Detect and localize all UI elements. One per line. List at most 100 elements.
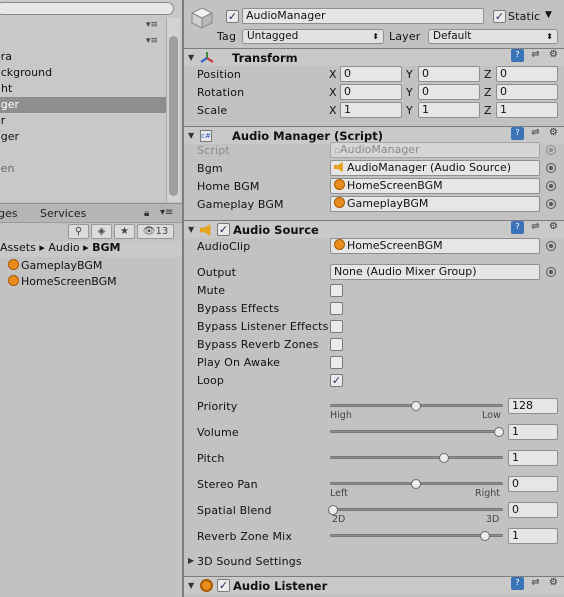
transform-header[interactable]: ▼ Transform ? ⇌ ⚙ — [184, 48, 564, 66]
position-x-field[interactable]: 0 — [340, 66, 402, 82]
audioclip-field[interactable]: HomeScreenBGM — [330, 238, 540, 254]
preset-sliders-icon[interactable]: ⇌ — [529, 49, 542, 62]
hierarchy-menu-icon[interactable]: ▾≡ — [146, 20, 158, 30]
stereo-pan-slider-knob[interactable] — [411, 479, 421, 489]
gear-icon[interactable]: ⚙ — [547, 49, 560, 62]
tag-dropdown[interactable]: Untagged ⬍ — [242, 29, 384, 44]
object-picker-icon[interactable] — [546, 181, 556, 191]
hidden-packages-toggle[interactable]: 👁︎13 — [137, 224, 174, 239]
lock-icon[interactable]: 🔒︎ — [144, 208, 149, 219]
volume-field[interactable]: 1 — [508, 424, 558, 440]
foldout-arrow-right-icon[interactable]: ▶ — [188, 556, 194, 565]
play-on-awake-checkbox[interactable] — [330, 356, 343, 369]
bgm-field[interactable]: AudioManager (Audio Source) — [330, 160, 540, 176]
gear-icon[interactable]: ⚙ — [547, 577, 560, 590]
hierarchy-scrollbar[interactable] — [166, 18, 180, 202]
priority-slider-knob[interactable] — [411, 401, 421, 411]
hierarchy-item[interactable]: ght — [0, 81, 166, 97]
volume-slider-track[interactable] — [330, 430, 503, 433]
breadcrumb-assets[interactable]: Assets — [0, 241, 36, 254]
pitch-slider-knob[interactable] — [439, 453, 449, 463]
panel-menu-icon[interactable]: ▾≡ — [160, 207, 173, 218]
scale-x-field[interactable]: 1 — [340, 102, 402, 118]
home-bgm-field[interactable]: HomeScreenBGM — [330, 178, 540, 194]
asset-label: GameplayBGM — [21, 259, 103, 272]
pitch-slider-track[interactable] — [330, 456, 503, 459]
priority-field[interactable]: 128 — [508, 398, 558, 414]
spatial-blend-slider-track[interactable] — [330, 508, 503, 511]
preset-sliders-icon[interactable]: ⇌ — [529, 577, 542, 590]
output-field[interactable]: None (Audio Mixer Group) — [330, 264, 540, 280]
help-book-icon[interactable]: ? — [511, 127, 524, 140]
help-book-icon[interactable]: ? — [511, 577, 524, 590]
audio-listener-header[interactable]: ▼ ✓ Audio Listener ? ⇌ ⚙ — [184, 576, 564, 594]
asset-item[interactable]: HomeScreenBGM — [8, 274, 117, 290]
reverb-zone-mix-slider-track[interactable] — [330, 534, 503, 537]
gear-icon[interactable]: ⚙ — [547, 127, 560, 140]
hierarchy-item[interactable]: ager — [0, 97, 166, 113]
reverb-zone-mix-field[interactable]: 1 — [508, 528, 558, 544]
object-name-field[interactable]: AudioManager — [242, 8, 484, 24]
help-book-icon[interactable]: ? — [511, 49, 524, 62]
active-checkbox[interactable]: ✓ — [226, 10, 239, 23]
label-filter-icon[interactable]: ◈ — [91, 224, 112, 239]
audio-source-enabled-checkbox[interactable]: ✓ — [217, 223, 230, 236]
object-picker-icon[interactable] — [546, 241, 556, 251]
pitch-field[interactable]: 1 — [508, 450, 558, 466]
tab-pages[interactable]: ges — [0, 207, 17, 220]
hierarchy-scene-menu-icon[interactable]: ▾≡ — [146, 36, 158, 46]
foldout-arrow-icon[interactable]: ▼ — [188, 225, 194, 234]
help-book-icon[interactable]: ? — [511, 221, 524, 234]
sound-3d-settings-foldout[interactable]: 3D Sound Settings — [197, 555, 302, 568]
object-picker-icon[interactable] — [546, 199, 556, 209]
object-picker-icon[interactable] — [546, 163, 556, 173]
layer-dropdown[interactable]: Default ⬍ — [428, 29, 558, 44]
hierarchy-item[interactable]: ager — [0, 129, 166, 145]
favorite-star-icon[interactable]: ★ — [114, 224, 135, 239]
static-checkbox[interactable]: ✓ — [493, 10, 506, 23]
hidden-count: 13 — [155, 226, 169, 237]
object-picker-icon[interactable] — [546, 267, 556, 277]
spatial-blend-field[interactable]: 0 — [508, 502, 558, 518]
bypass-listener-checkbox[interactable] — [330, 320, 343, 333]
breadcrumb-audio[interactable]: Audio — [48, 241, 79, 254]
loop-checkbox[interactable]: ✓ — [330, 374, 343, 387]
hierarchy-search-input[interactable] — [0, 2, 174, 15]
position-z-field[interactable]: 0 — [496, 66, 558, 82]
breadcrumb-arrow-icon: ▸ — [39, 241, 45, 254]
gear-icon[interactable]: ⚙ — [547, 221, 560, 234]
eye-icon: 👁︎ — [142, 226, 156, 237]
search-by-type-icon[interactable]: ⚲ — [68, 224, 89, 239]
tab-services[interactable]: Services — [40, 207, 86, 220]
position-y-field[interactable]: 0 — [418, 66, 480, 82]
scale-z-field[interactable]: 1 — [496, 102, 558, 118]
hierarchy-item[interactable]: n — [0, 145, 166, 161]
hierarchy-item[interactable]: ackground — [0, 65, 166, 81]
hierarchy-item[interactable]: een — [0, 161, 166, 177]
hierarchy-item[interactable]: era — [0, 49, 166, 65]
gameplay-bgm-field[interactable]: GameplayBGM — [330, 196, 540, 212]
foldout-arrow-icon[interactable]: ▼ — [188, 53, 194, 62]
foldout-arrow-icon[interactable]: ▼ — [188, 131, 194, 140]
hierarchy-item[interactable]: er — [0, 113, 166, 129]
preset-sliders-icon[interactable]: ⇌ — [529, 221, 542, 234]
breadcrumb-bgm[interactable]: BGM — [92, 241, 120, 254]
rotation-y-field[interactable]: 0 — [418, 84, 480, 100]
bypass-effects-checkbox[interactable] — [330, 302, 343, 315]
bypass-reverb-checkbox[interactable] — [330, 338, 343, 351]
volume-slider-knob[interactable] — [494, 427, 504, 437]
audio-source-header[interactable]: ▼ ✓ Audio Source ? ⇌ ⚙ — [184, 220, 564, 238]
rotation-z-field[interactable]: 0 — [496, 84, 558, 100]
foldout-arrow-icon[interactable]: ▼ — [188, 581, 194, 590]
audio-listener-enabled-checkbox[interactable]: ✓ — [217, 579, 230, 592]
rotation-x-field[interactable]: 0 — [340, 84, 402, 100]
static-dropdown-icon[interactable]: ▼ — [545, 10, 552, 20]
stereo-pan-field[interactable]: 0 — [508, 476, 558, 492]
preset-sliders-icon[interactable]: ⇌ — [529, 127, 542, 140]
hierarchy-scroll-thumb[interactable] — [169, 36, 178, 196]
reverb-zone-mix-slider-knob[interactable] — [480, 531, 490, 541]
asset-item[interactable]: GameplayBGM — [8, 258, 102, 274]
bgm-label: Bgm — [197, 162, 223, 175]
scale-y-field[interactable]: 1 — [418, 102, 480, 118]
mute-checkbox[interactable] — [330, 284, 343, 297]
